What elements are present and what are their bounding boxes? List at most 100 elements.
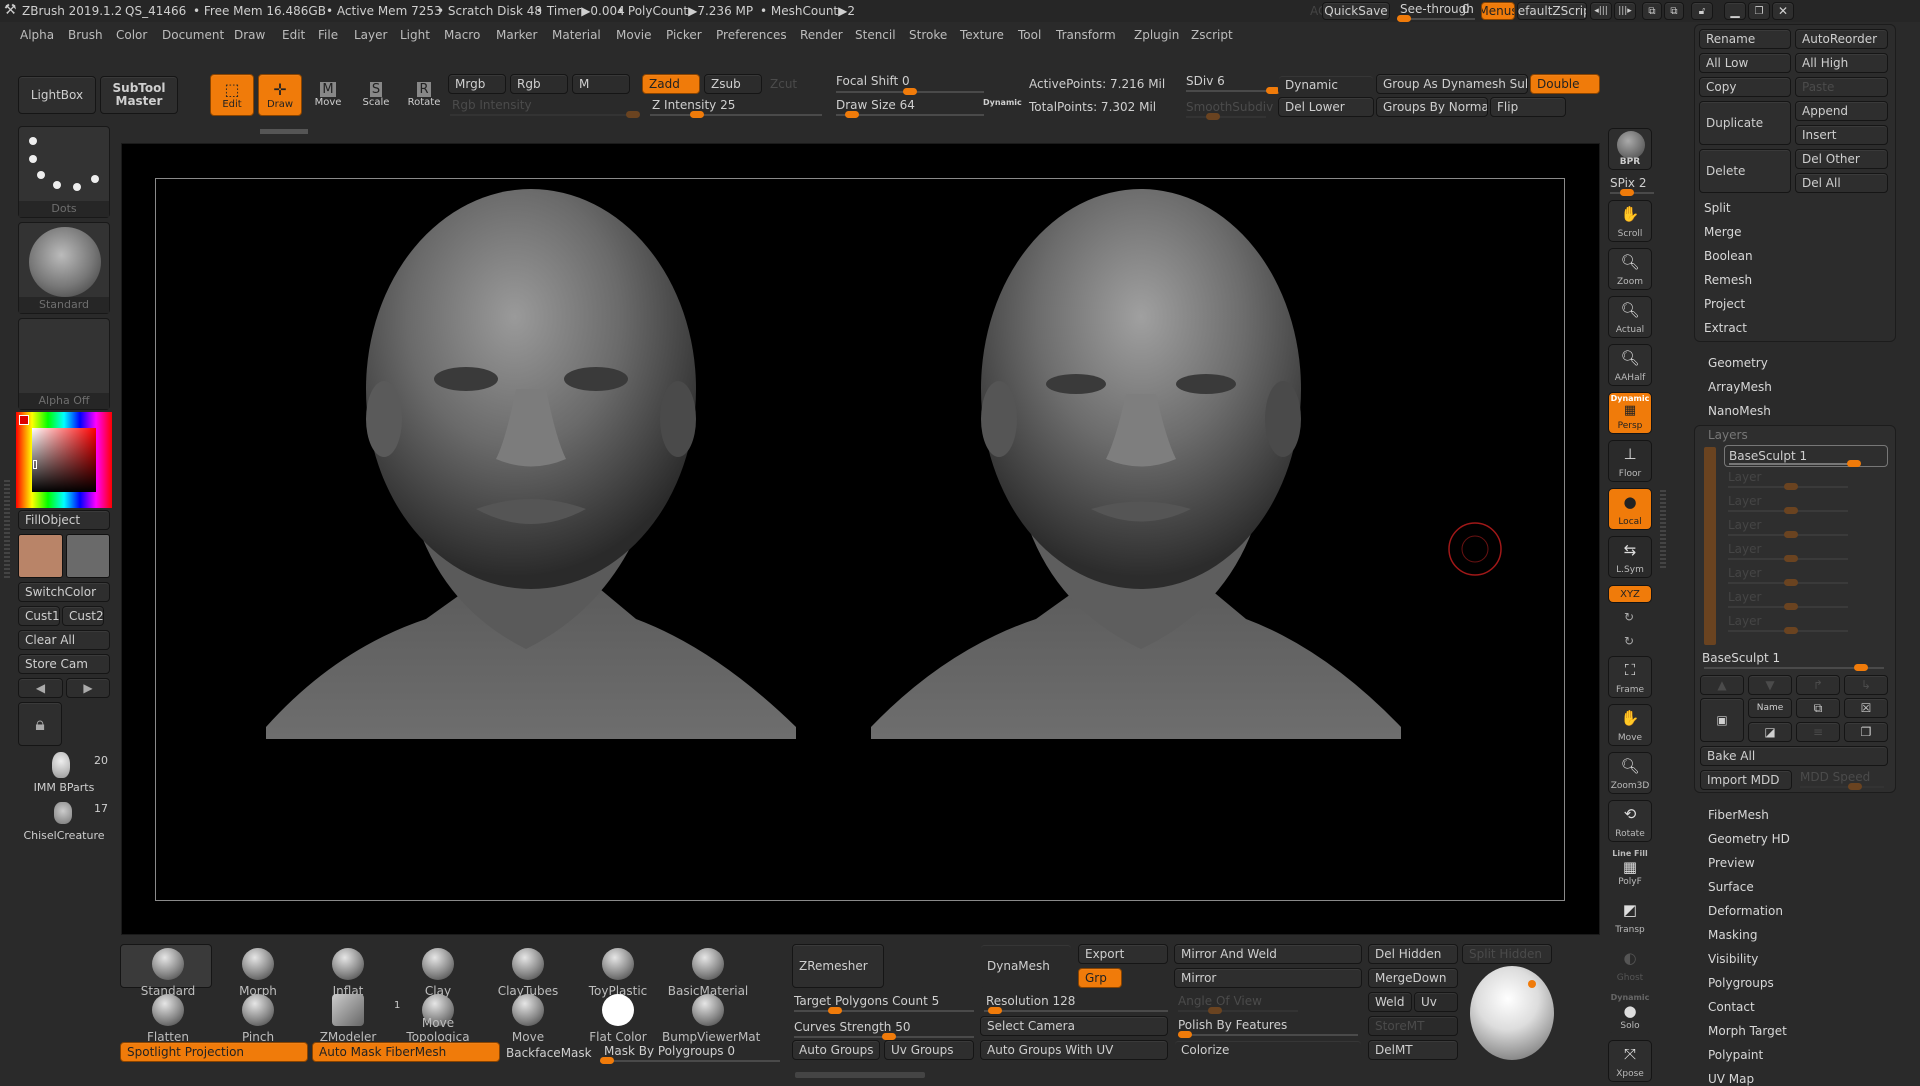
scroll-button[interactable]: ✋ Scroll (1608, 200, 1652, 242)
store-cam-button[interactable]: Store Cam (18, 654, 110, 674)
nanomesh-section[interactable]: NanoMesh (1708, 404, 1771, 418)
menu-stencil[interactable]: Stencil (851, 26, 900, 46)
tool-section-polypaint[interactable]: Polypaint (1708, 1048, 1763, 1062)
focal-shift-knob[interactable] (903, 88, 917, 95)
brush-slot-toyplastic[interactable]: ToyPlastic (582, 948, 654, 998)
see-through-slider[interactable] (1397, 15, 1475, 22)
delete-button[interactable]: Delete (1699, 149, 1791, 193)
color-picker[interactable] (16, 412, 112, 508)
xyz-rotate-button[interactable]: XYZ (1608, 585, 1652, 603)
tool-section-uv-map[interactable]: UV Map (1708, 1072, 1754, 1086)
menu-file[interactable]: File (314, 26, 342, 46)
append-button[interactable]: Append (1795, 101, 1888, 121)
z-rotate-icon[interactable]: ↻ (1624, 634, 1634, 648)
minimize-icon[interactable]: ▁ (1724, 2, 1746, 20)
zsub-button[interactable]: Zsub (704, 74, 762, 94)
quicksave-button[interactable]: QuickSave (1322, 2, 1390, 20)
layer-row-empty[interactable]: Layer (1728, 566, 1888, 588)
mask-by-polygroups-slider[interactable] (600, 1057, 780, 1064)
lock-icon[interactable]: 🔓︎ (1691, 2, 1713, 20)
menu-material[interactable]: Material (548, 26, 605, 46)
bottom-tray-handle[interactable] (795, 1072, 925, 1078)
merge-down-button[interactable]: MergeDown (1368, 968, 1458, 988)
layer-row-empty[interactable]: Layer (1728, 614, 1888, 636)
polish-by-features-slider[interactable] (1178, 1031, 1358, 1038)
mdd-speed-slider[interactable] (1800, 783, 1884, 790)
brush-slot-zmodeler[interactable]: ZModeler (312, 994, 384, 1044)
del-other-button[interactable]: Del Other (1795, 149, 1888, 169)
menu-transform[interactable]: Transform (1052, 26, 1120, 46)
aahalf-button[interactable]: 🔍︎ AAHalf (1608, 344, 1652, 386)
all-low-button[interactable]: All Low (1699, 53, 1791, 73)
weld-button[interactable]: Weld (1368, 992, 1412, 1012)
stroke-picker[interactable]: Dots (18, 126, 110, 218)
sculpt-heads-viewport[interactable] (156, 179, 1566, 902)
layer-strength-slider[interactable] (1728, 483, 1848, 490)
groups-by-normals-button[interactable]: Groups By Normals (1376, 97, 1488, 117)
uv-button[interactable]: Uv (1414, 992, 1458, 1012)
layer-row-active[interactable]: BaseSculpt 1 (1724, 445, 1888, 467)
menu-light[interactable]: Light (396, 26, 434, 46)
brush-slot-inflat[interactable]: Inflat (312, 948, 384, 998)
flip-button[interactable]: Flip (1490, 97, 1566, 117)
rename-button[interactable]: Rename (1699, 29, 1791, 49)
tool-section-masking[interactable]: Masking (1708, 928, 1757, 942)
spotlight-projection-button[interactable]: Spotlight Projection (120, 1042, 308, 1062)
layer-name-button[interactable]: Name (1748, 698, 1792, 718)
extract-menu[interactable]: Extract (1704, 321, 1747, 335)
tool-section-deformation[interactable]: Deformation (1708, 904, 1783, 918)
bake-all-button[interactable]: Bake All (1700, 746, 1888, 766)
del-hidden-button[interactable]: Del Hidden (1368, 944, 1458, 964)
paste-button[interactable]: Paste (1795, 77, 1888, 97)
next-camera-button[interactable]: ▶ (66, 678, 110, 698)
layer-strength-slider[interactable] (1728, 603, 1848, 610)
move-mode-button[interactable]: M Move (306, 74, 350, 116)
z-intensity-knob[interactable] (689, 111, 704, 118)
del-all-button[interactable]: Del All (1795, 173, 1888, 193)
menu-zplugin[interactable]: Zplugin (1130, 26, 1183, 46)
double-button[interactable]: Double (1530, 74, 1600, 94)
rotate-view-button[interactable]: ⟲ Rotate (1608, 800, 1652, 842)
layers-scrollbar[interactable] (1704, 447, 1716, 645)
brush-slot-standard[interactable]: Standard (132, 948, 204, 998)
polyf-button[interactable]: Line Fill ▦ PolyF (1608, 848, 1652, 890)
geometry-section[interactable]: Geometry (1708, 356, 1768, 370)
project-menu[interactable]: Project (1704, 297, 1745, 311)
autoreorder-button[interactable]: AutoReorder (1795, 29, 1888, 49)
menu-brush[interactable]: Brush (64, 26, 107, 46)
layer-redirect-button[interactable]: ↱ (1796, 675, 1840, 695)
store-mt-button[interactable]: StoreMT (1368, 1016, 1458, 1036)
menu-tool[interactable]: Tool (1014, 26, 1045, 46)
m-button[interactable]: M (572, 74, 630, 94)
lightbox-button[interactable]: LightBox (18, 76, 96, 114)
swap-left-icon[interactable]: ⧉ (1642, 2, 1662, 20)
layer-row-empty[interactable]: Layer (1728, 518, 1888, 540)
edit-mode-button[interactable]: ⬚ Edit (210, 74, 254, 116)
cust1-button[interactable]: Cust1 (18, 606, 60, 626)
tool-section-fibermesh[interactable]: FiberMesh (1708, 808, 1769, 822)
target-polygons-slider[interactable] (794, 1007, 974, 1014)
left-tray-handle[interactable] (4, 480, 10, 580)
draw-size-slider[interactable] (836, 111, 984, 118)
menus-button[interactable]: Menus (1481, 2, 1515, 20)
fill-object-button[interactable]: FillObject (18, 510, 110, 530)
split-hidden-button[interactable]: Split Hidden (1462, 944, 1552, 964)
grp-button[interactable]: Grp (1078, 968, 1122, 988)
layer-move-button[interactable]: ↳ (1844, 675, 1888, 695)
menu-macro[interactable]: Macro (440, 26, 484, 46)
prev-camera-button[interactable]: ◀ (18, 678, 63, 698)
persp-button[interactable]: Dynamic ▦ Persp (1608, 392, 1652, 434)
tool-section-visibility[interactable]: Visibility (1708, 952, 1758, 966)
layers-title[interactable]: Layers (1708, 428, 1748, 442)
auto-groups-with-uv-button[interactable]: Auto Groups With UV (980, 1040, 1168, 1060)
menu-marker[interactable]: Marker (492, 26, 541, 46)
menu-alpha[interactable]: Alpha (16, 26, 58, 46)
layer-strength-slider[interactable] (1728, 531, 1848, 538)
zremesher-button[interactable]: ZRemesher (792, 944, 884, 988)
material-preview-sphere[interactable] (1470, 966, 1554, 1060)
menu-draw[interactable]: Draw (230, 26, 269, 46)
remesh-menu[interactable]: Remesh (1704, 273, 1752, 287)
brush-picker[interactable]: Standard (18, 222, 110, 314)
expand-tray-icon[interactable]: |||▸ (1614, 2, 1636, 20)
actual-button[interactable]: 🔍︎ Actual (1608, 296, 1652, 338)
